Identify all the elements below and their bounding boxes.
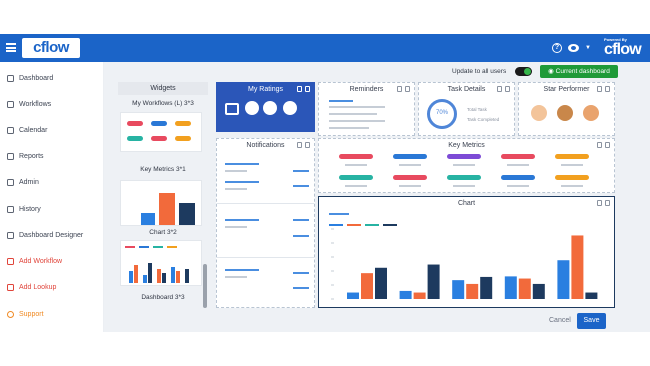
task-completed-label: Task Completed — [467, 117, 500, 122]
widget-my-workflows-label[interactable]: My Workflows (L) 3*3 — [118, 100, 208, 107]
sidebar-item-workflows[interactable]: Workflows — [7, 97, 51, 111]
settings-icon[interactable] — [305, 86, 310, 92]
chart-bar — [532, 283, 545, 299]
widgets-scrollbar[interactable] — [203, 264, 207, 308]
widgets-palette: Widgets My Workflows (L) 3*3 Key Metrics… — [118, 82, 208, 310]
sidebar-item-dashboard-designer[interactable]: Dashboard Designer — [7, 228, 83, 242]
support-icon — [7, 310, 14, 318]
current-dashboard-button[interactable]: ◉ Current dashboard — [540, 65, 618, 78]
settings-icon[interactable] — [405, 86, 410, 92]
widget-chart-label[interactable]: Chart 3*2 — [118, 229, 208, 236]
bar-chart — [331, 228, 598, 300]
rating-face-icon — [283, 101, 297, 115]
sidebar-item-support[interactable]: Support — [7, 307, 44, 321]
sidebar-item-label: Dashboard — [19, 74, 54, 82]
save-button[interactable]: Save — [577, 313, 606, 329]
calendar-icon — [7, 126, 14, 134]
menu-icon[interactable] — [6, 43, 16, 52]
history-icon — [7, 205, 14, 213]
sidebar: Dashboard Workflows Calendar Reports Adm… — [0, 62, 104, 332]
cancel-button[interactable]: Cancel — [549, 317, 571, 324]
widget-chart-preview[interactable] — [120, 180, 202, 226]
app-logo[interactable]: cflow — [22, 38, 80, 58]
widgets-title: Widgets — [118, 82, 208, 95]
chart-bar — [585, 292, 598, 299]
chart-bar — [480, 276, 493, 299]
sidebar-item-label: History — [19, 205, 41, 213]
sidebar-item-label: Dashboard Designer — [19, 231, 84, 239]
sidebar-item-label: Add Workflow — [19, 257, 63, 265]
chart-bar — [466, 283, 479, 299]
admin-icon — [7, 178, 14, 186]
brand-logo: cflow — [604, 41, 642, 58]
chart-bar — [518, 278, 531, 299]
key-metrics-panel[interactable]: Key Metrics — [318, 138, 615, 193]
help-icon[interactable]: ? — [552, 43, 562, 53]
chart-bar — [504, 276, 517, 299]
chart-bar — [557, 260, 570, 299]
chart-bar — [413, 292, 426, 299]
performer-avatar — [557, 105, 573, 121]
settings-icon[interactable] — [305, 142, 310, 148]
chart-bar — [399, 290, 412, 299]
widget-key-metrics-label[interactable]: Key Metrics 3*1 — [118, 166, 208, 173]
thumbs-icon — [225, 103, 239, 115]
sidebar-item-label: Support — [19, 310, 44, 318]
sidebar-item-add-lookup[interactable]: Add Lookup — [7, 280, 56, 294]
settings-icon[interactable] — [505, 86, 510, 92]
widget-dashboard-preview[interactable] — [120, 240, 202, 286]
chevron-down-icon[interactable]: ▼ — [585, 45, 591, 51]
sidebar-item-label: Calendar — [19, 126, 48, 134]
delete-icon[interactable] — [597, 86, 602, 92]
chart-bar — [375, 267, 387, 299]
sidebar-item-label: Add Lookup — [19, 283, 57, 291]
widget-dashboard-label[interactable]: Dashboard 3*3 — [118, 294, 208, 301]
sidebar-item-calendar[interactable]: Calendar — [7, 123, 47, 137]
delete-icon[interactable] — [297, 142, 302, 148]
sidebar-item-label: Reports — [19, 152, 44, 160]
report-icon — [7, 152, 14, 160]
chart-bar — [427, 264, 440, 299]
designer-icon — [7, 231, 14, 239]
top-bar: cflow ? ▼ Powered By cflow — [0, 34, 650, 62]
grid-icon — [7, 100, 14, 108]
widget-key-metrics-preview[interactable] — [120, 112, 202, 152]
my-ratings-panel[interactable]: My Ratings — [216, 82, 315, 132]
task-total-label: Total Task — [467, 107, 487, 112]
settings-icon[interactable] — [605, 86, 610, 92]
chart-bar — [452, 280, 465, 299]
sidebar-item-label: Admin — [19, 178, 39, 186]
sidebar-item-label: Workflows — [19, 100, 52, 108]
update-all-users-label: Update to all users — [452, 68, 507, 75]
sidebar-item-admin[interactable]: Admin — [7, 175, 39, 189]
notifications-panel[interactable]: Notifications — [216, 138, 315, 308]
delete-icon[interactable] — [297, 86, 302, 92]
add-workflow-icon — [7, 257, 14, 265]
update-all-users-toggle[interactable] — [515, 67, 532, 76]
language-flag-icon[interactable] — [568, 44, 579, 52]
performer-avatar — [583, 105, 599, 121]
task-percent: 70% — [435, 110, 448, 116]
chart-bar — [361, 273, 373, 299]
delete-icon[interactable] — [497, 86, 502, 92]
sidebar-item-history[interactable]: History — [7, 202, 41, 216]
settings-icon[interactable] — [605, 142, 610, 148]
star-performer-panel[interactable]: Star Performer — [518, 82, 615, 136]
sidebar-item-dashboard[interactable]: Dashboard — [7, 71, 53, 85]
delete-icon[interactable] — [597, 142, 602, 148]
task-details-panel[interactable]: Task Details 70% Total Task Task Complet… — [418, 82, 515, 136]
reminders-panel[interactable]: Reminders — [318, 82, 415, 136]
rating-face-icon — [263, 101, 277, 115]
chart-bar — [347, 292, 359, 299]
add-lookup-icon — [7, 283, 14, 291]
chart-panel[interactable]: Chart — [318, 196, 615, 308]
chart-bar — [571, 235, 584, 299]
rating-face-icon — [245, 101, 259, 115]
home-icon — [7, 74, 14, 82]
sidebar-item-reports[interactable]: Reports — [7, 149, 44, 163]
sidebar-item-add-workflow[interactable]: Add Workflow — [7, 254, 62, 268]
performer-avatar — [531, 105, 547, 121]
delete-icon[interactable] — [397, 86, 402, 92]
panel-title: Key Metrics — [448, 142, 485, 149]
